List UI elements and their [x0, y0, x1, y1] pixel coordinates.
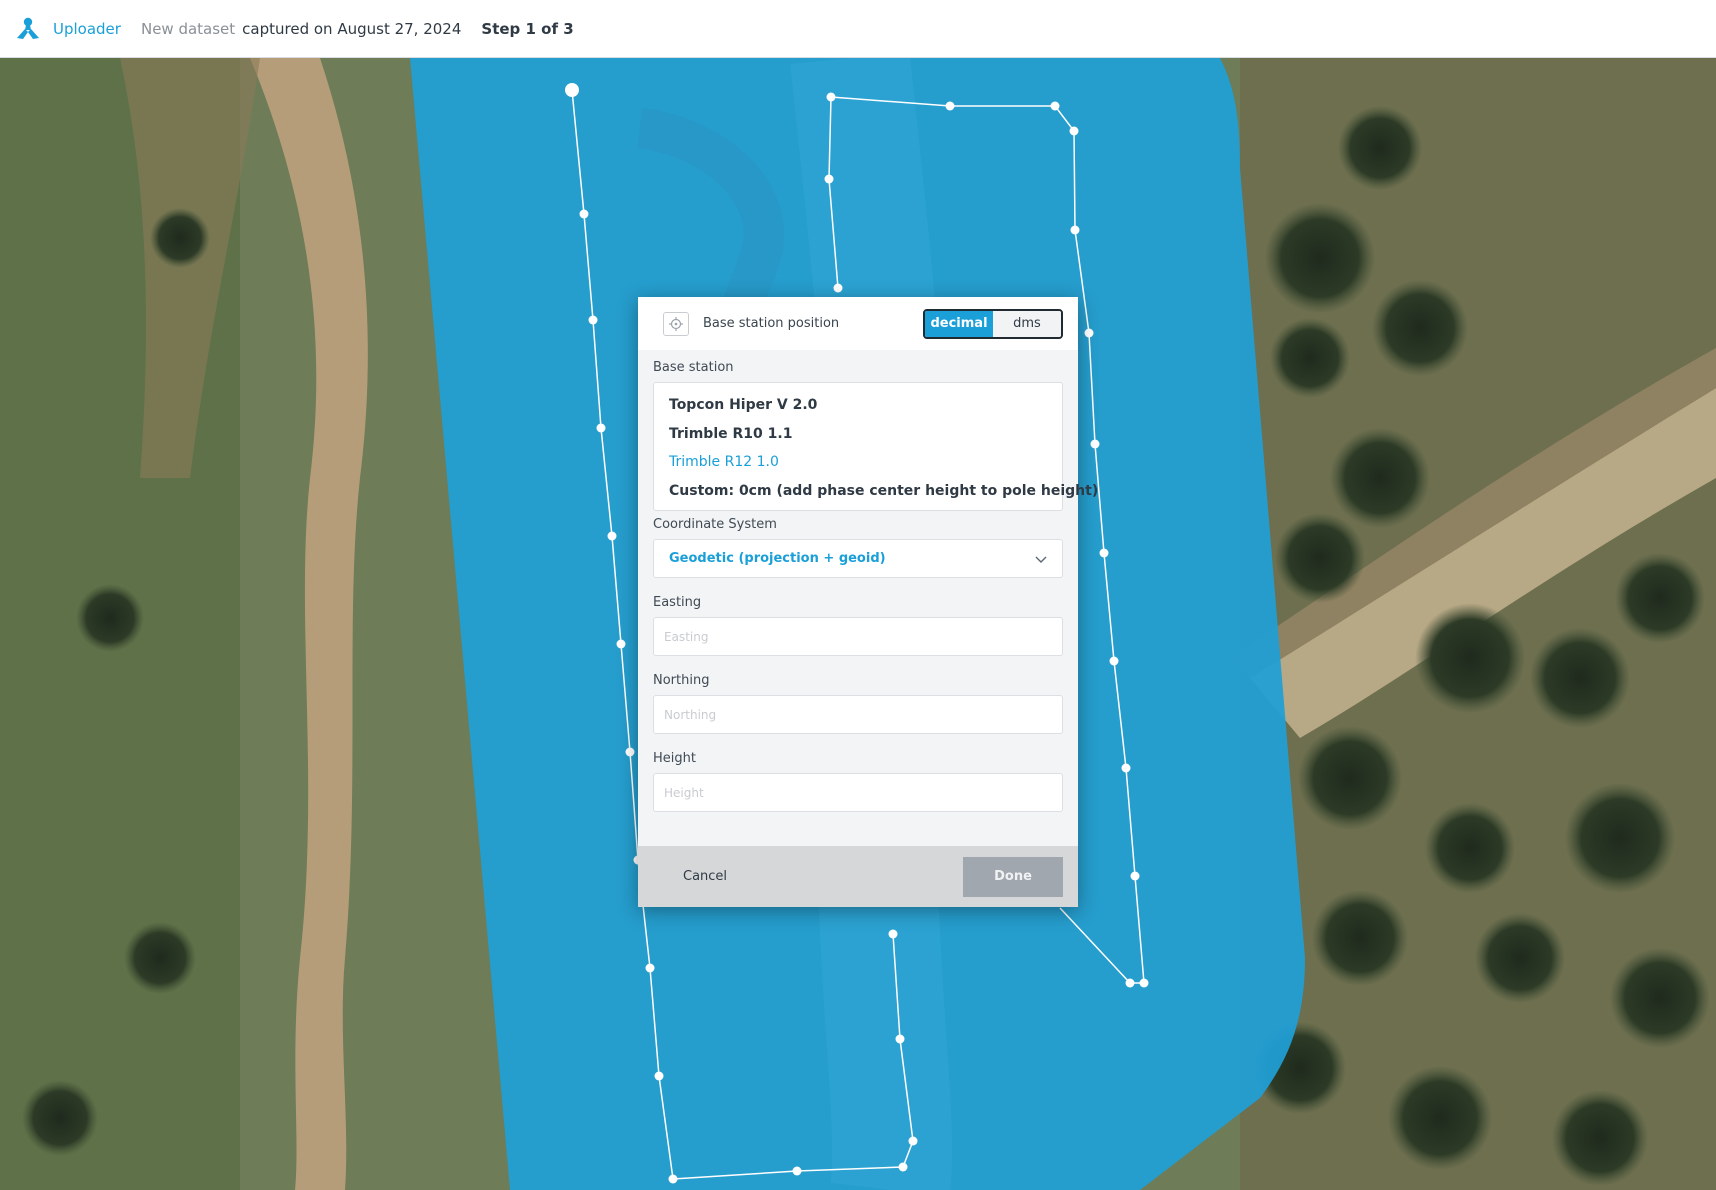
- step-indicator: Step 1 of 3: [481, 19, 574, 38]
- easting-input[interactable]: [653, 617, 1063, 656]
- cancel-button[interactable]: Cancel: [683, 869, 727, 884]
- height-label: Height: [653, 751, 696, 766]
- base-station-list: Topcon Hiper V 2.0 Trimble R10 1.1 Trimb…: [653, 382, 1098, 511]
- dataset-name: New dataset: [140, 19, 236, 38]
- capture-date: captured on August 27, 2024: [242, 19, 462, 38]
- dialog-body: Base station Topcon Hiper V 2.0 Trimble …: [638, 350, 1098, 829]
- base-station-option[interactable]: Trimble R10 1.1: [669, 421, 1047, 450]
- crosshair-icon[interactable]: [663, 311, 689, 336]
- height-input[interactable]: [653, 773, 1063, 812]
- northing-label: Northing: [653, 673, 710, 688]
- dialog-header: Base station position decimal dms: [638, 297, 1078, 350]
- coordinate-system-value: Geodetic (projection + geoid): [669, 551, 886, 566]
- base-station-option[interactable]: Topcon Hiper V 2.0: [669, 392, 1047, 421]
- toggle-dms[interactable]: dms: [993, 310, 1061, 337]
- base-station-option[interactable]: Custom: 0cm (add phase center height to …: [669, 478, 1098, 507]
- app-name-link[interactable]: Uploader: [53, 20, 121, 38]
- dialog-footer: Cancel Done: [638, 846, 1078, 907]
- top-bar: Uploader New dataset captured on August …: [0, 0, 1716, 58]
- chevron-down-icon: [1035, 549, 1047, 568]
- base-station-dialog: Base station position decimal dms Base s…: [638, 297, 1098, 907]
- done-button[interactable]: Done: [963, 856, 1063, 897]
- dialog-title: Base station position: [703, 316, 840, 331]
- coordinate-system-select[interactable]: Geodetic (projection + geoid): [653, 539, 1063, 578]
- base-station-label: Base station: [653, 360, 734, 375]
- coordinate-system-label: Coordinate System: [653, 517, 777, 532]
- toggle-decimal[interactable]: decimal: [925, 310, 993, 337]
- coordinate-format-toggle: decimal dms: [923, 308, 1063, 339]
- base-station-option-selected[interactable]: Trimble R12 1.0: [669, 449, 1047, 478]
- easting-label: Easting: [653, 595, 702, 610]
- uploader-logo-icon[interactable]: [14, 15, 42, 43]
- northing-input[interactable]: [653, 695, 1063, 734]
